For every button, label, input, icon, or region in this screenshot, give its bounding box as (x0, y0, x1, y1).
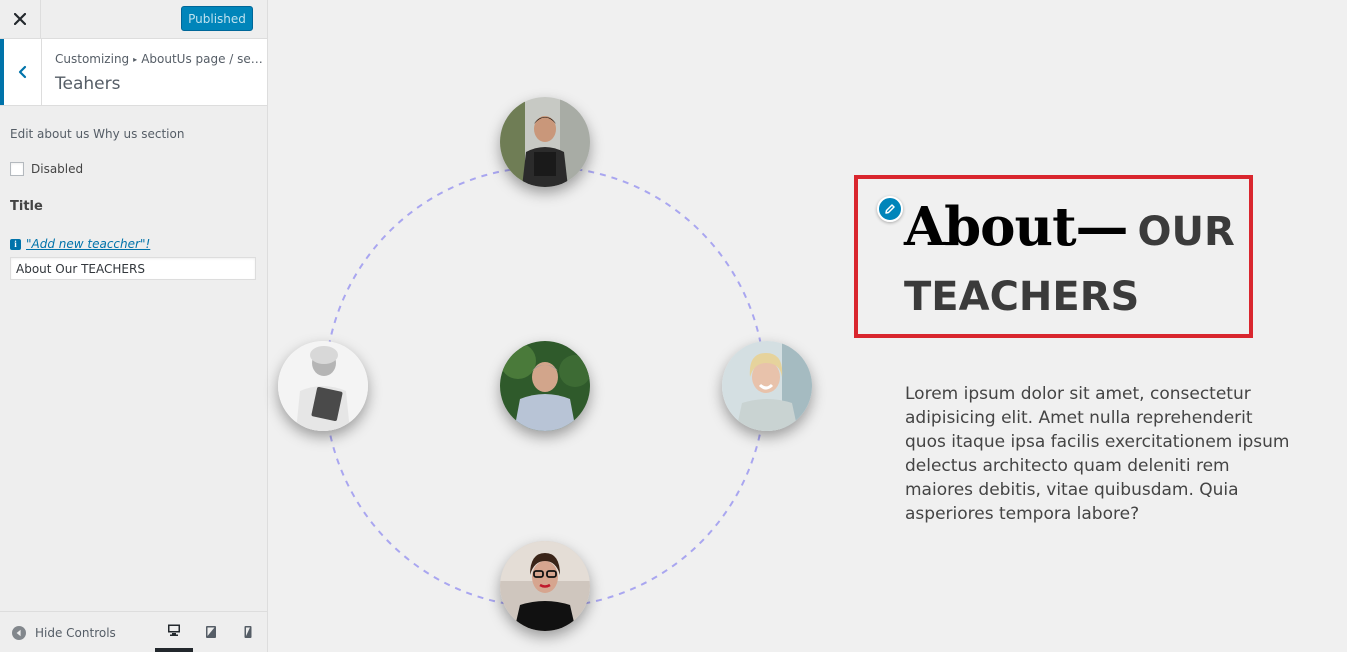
section-body-text: Lorem ipsum dolor sit amet, consectetur … (905, 384, 1290, 524)
teacher-avatar-right[interactable] (722, 341, 812, 431)
section-header: Customizing▸AboutUs page / section Teahe… (0, 39, 267, 106)
breadcrumb-root: Customizing (55, 52, 130, 66)
title-label: Title (10, 199, 43, 214)
info-icon: i (10, 238, 21, 250)
heading-teachers: TEACHERS (904, 274, 1140, 320)
breadcrumb-path: AboutUs page / section (141, 52, 263, 66)
disabled-label: Disabled (31, 162, 84, 176)
teacher-avatar-bottom[interactable] (500, 541, 590, 631)
section-title: Teahers (55, 74, 121, 94)
publish-button[interactable]: Published (181, 6, 253, 31)
teacher-avatar-top[interactable] (500, 97, 590, 187)
hide-controls-label: Hide Controls (35, 626, 116, 640)
customizer-header: Published (0, 0, 267, 39)
back-button[interactable] (0, 39, 42, 105)
edit-shortcut-button[interactable] (877, 196, 903, 222)
info-row: i "Add new teaccher"! (10, 237, 150, 251)
desktop-preview-button[interactable] (155, 612, 193, 652)
mobile-icon (244, 626, 252, 638)
title-input[interactable] (10, 257, 256, 280)
teacher-photo (500, 541, 590, 631)
teacher-avatar-center[interactable] (500, 341, 590, 431)
site-preview: About— OUR TEACHERS Lorem ipsum dolor sit… (268, 0, 1347, 652)
section-heading: About— OUR (904, 196, 1235, 258)
close-button[interactable] (0, 0, 41, 38)
teacher-avatar-left[interactable] (278, 341, 368, 431)
breadcrumb-separator: ▸ (133, 55, 138, 64)
chevron-left-icon (18, 65, 26, 79)
hide-controls-button[interactable]: Hide Controls (12, 626, 116, 640)
breadcrumb: Customizing▸AboutUs page / section (55, 52, 263, 66)
customizer-sidebar: Published Customizing ▸ AboutUs page / sec… (0, 0, 268, 652)
customizer-footer: Hide Controls (0, 611, 267, 652)
teacher-photo (278, 341, 368, 431)
disabled-checkbox[interactable] (10, 162, 24, 176)
close-icon (14, 13, 26, 25)
teacher-photo (722, 341, 812, 431)
heading-our: OUR (1137, 209, 1235, 255)
mobile-preview-button[interactable] (229, 612, 267, 652)
heading-about: About— (904, 196, 1129, 258)
teacher-photo (500, 341, 590, 431)
tablet-icon (206, 626, 216, 638)
desktop-icon (168, 624, 180, 636)
teacher-photo (500, 97, 590, 187)
collapse-icon (12, 626, 26, 640)
section-description: Edit about us Why us section (10, 127, 185, 141)
tablet-preview-button[interactable] (192, 612, 230, 652)
pencil-icon (885, 204, 895, 214)
add-teacher-link[interactable]: "Add new teaccher"! (26, 237, 150, 251)
disabled-option[interactable]: Disabled (10, 162, 83, 176)
